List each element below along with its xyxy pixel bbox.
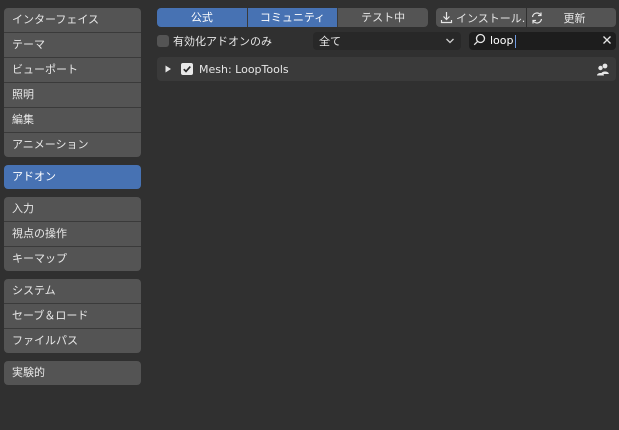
category-value: 全て	[319, 35, 341, 48]
sidebar-item-editing[interactable]: 編集	[4, 108, 141, 133]
sidebar-item-navigation[interactable]: 視点の操作	[4, 222, 141, 247]
sidebar-group-input: 入力 視点の操作 キーマップ	[4, 197, 141, 271]
refresh-button[interactable]: 更新	[527, 8, 616, 27]
preferences-sidebar: インターフェイス テーマ ビューポート 照明 編集 アニメーション アドオン 入…	[4, 8, 141, 393]
sidebar-item-keymap[interactable]: キーマップ	[4, 247, 141, 271]
enabled-only-label: 有効化アドオンのみ	[173, 35, 272, 48]
tab-official[interactable]: 公式	[157, 8, 248, 27]
refresh-label: 更新	[563, 11, 586, 25]
sidebar-group-addons: アドオン	[4, 165, 141, 189]
text-cursor	[514, 34, 516, 48]
sidebar-item-addons[interactable]: アドオン	[4, 165, 141, 189]
addon-entry-looptools[interactable]: Mesh: LoopTools	[157, 57, 616, 81]
expand-triangle-icon[interactable]	[165, 63, 172, 76]
sidebar-item-themes[interactable]: テーマ	[4, 33, 141, 58]
download-icon	[440, 11, 453, 25]
sidebar-group-experimental: 実験的	[4, 361, 141, 385]
addon-search-field[interactable]: loop	[469, 32, 616, 50]
sidebar-item-lights[interactable]: 照明	[4, 83, 141, 108]
search-input[interactable]: loop	[490, 34, 602, 48]
category-dropdown[interactable]: 全て	[313, 32, 461, 50]
sidebar-item-viewport[interactable]: ビューポート	[4, 58, 141, 83]
install-label: インストール...	[456, 11, 526, 25]
addon-enabled-checkbox[interactable]	[181, 63, 193, 75]
sidebar-item-animation[interactable]: アニメーション	[4, 133, 141, 157]
install-button[interactable]: インストール...	[436, 8, 526, 27]
addon-name: Mesh: LoopTools	[199, 62, 289, 76]
refresh-icon	[530, 11, 544, 25]
enabled-only-checkbox[interactable]	[157, 35, 169, 47]
search-icon	[473, 33, 486, 49]
sidebar-item-file-paths[interactable]: ファイルパス	[4, 329, 141, 353]
sidebar-group-ui: インターフェイス テーマ ビューポート 照明 編集 アニメーション	[4, 8, 141, 157]
clear-search-icon[interactable]	[602, 35, 612, 48]
community-users-icon	[596, 63, 610, 76]
sidebar-item-input[interactable]: 入力	[4, 197, 141, 222]
sidebar-item-experimental[interactable]: 実験的	[4, 361, 141, 385]
tab-testing[interactable]: テスト中	[338, 8, 428, 27]
sidebar-item-save-load[interactable]: セーブ＆ロード	[4, 304, 141, 329]
sidebar-item-system[interactable]: システム	[4, 279, 141, 304]
chevron-down-icon	[445, 35, 455, 48]
sidebar-group-system: システム セーブ＆ロード ファイルパス	[4, 279, 141, 353]
search-value: loop	[490, 34, 514, 48]
enabled-only-filter[interactable]: 有効化アドオンのみ	[157, 33, 272, 49]
tab-community[interactable]: コミュニティ	[247, 8, 339, 27]
support-level-tabs: 公式 コミュニティ テスト中	[157, 8, 428, 27]
sidebar-item-interface[interactable]: インターフェイス	[4, 8, 141, 33]
